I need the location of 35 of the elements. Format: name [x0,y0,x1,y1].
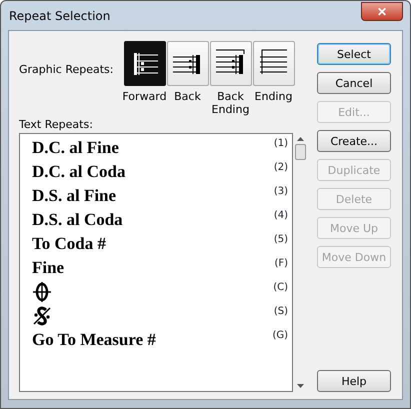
dialog-button[interactable]: Create... [317,130,391,152]
repeat-text-item[interactable]: To Coda # [32,234,106,254]
window-title: Repeat Selection [8,8,110,22]
scroll-down-icon[interactable] [296,384,304,388]
repeat-text-item[interactable]: Go To Measure # [32,330,156,350]
scroll-up-icon[interactable] [296,137,304,141]
help-button[interactable]: Help [317,370,391,392]
shortcut-label: (3) [274,186,288,197]
coda-icon[interactable] [32,282,52,302]
shortcut-label: (5) [274,234,288,245]
repeat-label: Forward [121,90,168,103]
repeat-text-item[interactable]: D.S. al Coda [32,210,123,230]
shortcut-label: (F) [274,258,288,269]
graphic-repeats-label: Graphic Repeats: [19,63,114,76]
shortcut-label: (4) [274,210,288,221]
text-repeats-label: Text Repeats: [19,118,94,131]
repeat-text-item[interactable]: Fine [32,258,64,278]
shortcut-label: (C) [273,282,288,293]
repeat-tile[interactable] [166,41,208,86]
dialog-button[interactable]: Cancel [317,72,391,94]
repeat-tile[interactable] [124,41,166,86]
repeat-text-item[interactable]: D.S. al Fine [32,186,116,206]
segno-icon[interactable] [32,306,52,326]
shortcut-label: (G) [272,330,288,341]
shortcut-label: (2) [274,162,288,173]
repeat-tile[interactable] [210,41,252,86]
repeat-label: Ending [254,90,294,103]
repeat-tile[interactable] [252,41,294,86]
shortcut-label: (S) [274,306,288,317]
repeat-text-item[interactable]: D.C. al Coda [32,162,126,182]
shortcut-label: (1) [274,138,288,149]
scroll-thumb[interactable] [294,144,306,160]
repeat-text-item[interactable]: D.C. al Fine [32,138,119,158]
dialog-button[interactable]: Select [317,43,391,65]
repeat-label: Back Ending [210,90,250,116]
